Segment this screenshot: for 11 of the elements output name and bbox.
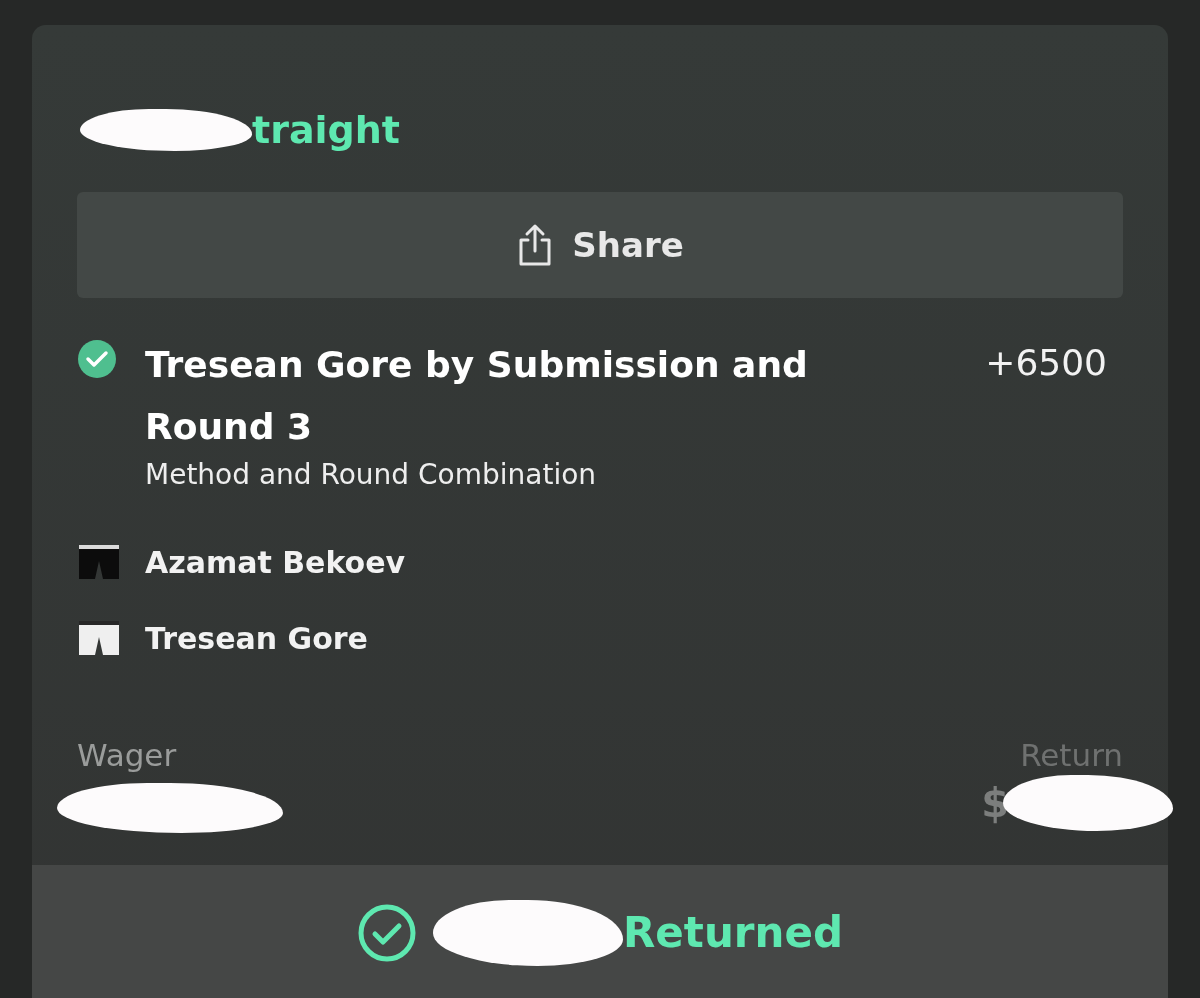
market-name: Method and Round Combination (145, 458, 598, 491)
bet-type-title: traight (252, 108, 400, 152)
share-button[interactable]: Share (77, 192, 1123, 298)
return-label: Return (1019, 737, 1123, 773)
status-text: Returned (623, 908, 843, 957)
selection-title: Tresean Gore by Submission and Round 3 (145, 343, 809, 449)
wager-label: Wager (77, 737, 178, 773)
return-value: $ (981, 780, 1009, 826)
fighter-name: Tresean Gore (145, 620, 368, 656)
fighter-name: Azamat Bekoev (145, 544, 406, 580)
odds-value: +6500 (985, 342, 1107, 383)
